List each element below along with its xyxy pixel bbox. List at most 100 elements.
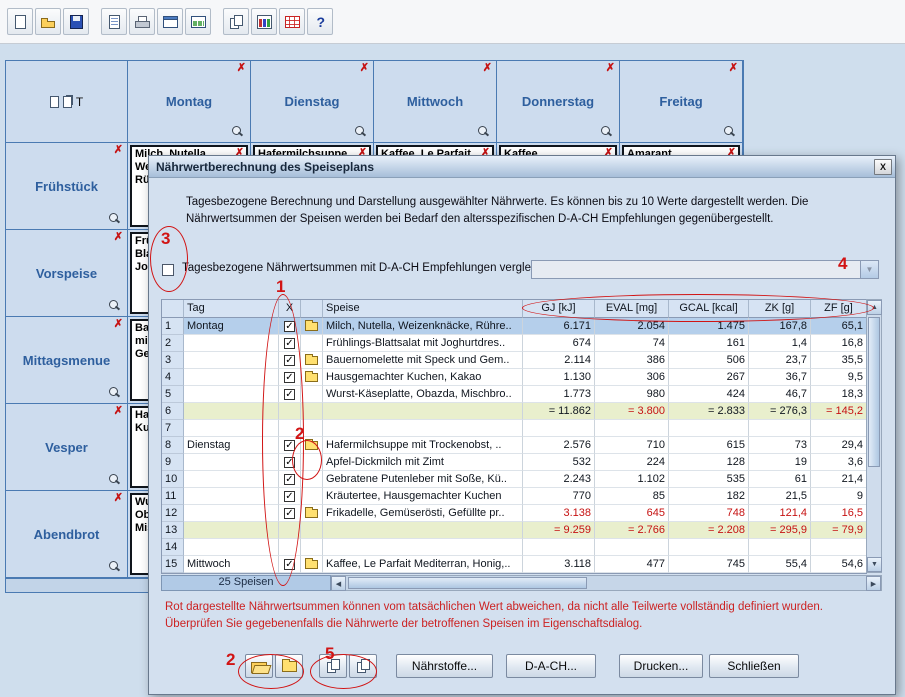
cell-folder[interactable] bbox=[301, 539, 323, 556]
cell-value[interactable]: 3.118 bbox=[523, 556, 595, 573]
cell-value[interactable]: 61 bbox=[749, 471, 811, 488]
cell-folder[interactable] bbox=[301, 488, 323, 505]
cell-speise[interactable]: Hafermilchsuppe mit Trockenobst, .. bbox=[323, 437, 523, 454]
column-header[interactable]: GCAL [kcal] bbox=[669, 300, 749, 318]
cell-selected[interactable]: ✓ bbox=[279, 437, 301, 454]
meal-header-cell[interactable]: ✗Abendbrot bbox=[6, 491, 128, 578]
cell-value[interactable]: 674 bbox=[523, 335, 595, 352]
cell-folder[interactable] bbox=[301, 437, 323, 454]
copy-button[interactable] bbox=[319, 654, 347, 678]
cell-value[interactable]: = 79,9 bbox=[811, 522, 867, 539]
month-view-button[interactable] bbox=[185, 8, 211, 35]
vertical-scrollbar[interactable]: ▲ ▼ bbox=[866, 299, 882, 573]
cell-selected[interactable]: ✓ bbox=[279, 471, 301, 488]
checkbox-checked-icon[interactable]: ✓ bbox=[284, 457, 295, 468]
magnifier-icon[interactable] bbox=[108, 212, 120, 224]
cell-value[interactable]: 121,4 bbox=[749, 505, 811, 522]
cell-value[interactable]: 1.130 bbox=[523, 369, 595, 386]
cell-speise[interactable]: Frikadelle, Gemüserösti, Gefüllte pr.. bbox=[323, 505, 523, 522]
cell-value[interactable] bbox=[523, 539, 595, 556]
cell-value[interactable]: 748 bbox=[669, 505, 749, 522]
folder-icon[interactable] bbox=[305, 322, 318, 331]
cell-value[interactable]: 16,5 bbox=[811, 505, 867, 522]
cell-folder[interactable] bbox=[301, 352, 323, 369]
help-button[interactable] bbox=[307, 8, 333, 35]
column-header[interactable]: EVAL [mg] bbox=[595, 300, 669, 318]
cell-value[interactable] bbox=[811, 420, 867, 437]
cell-value[interactable]: = 2.833 bbox=[669, 403, 749, 420]
cell-value[interactable]: 1.475 bbox=[669, 318, 749, 335]
cell-folder[interactable] bbox=[301, 420, 323, 437]
cell-value[interactable]: 128 bbox=[669, 454, 749, 471]
cell-folder[interactable] bbox=[301, 454, 323, 471]
magnifier-icon[interactable] bbox=[108, 386, 120, 398]
cell-value[interactable]: 306 bbox=[595, 369, 669, 386]
remove-icon[interactable]: ✗ bbox=[729, 63, 738, 74]
cell-tag[interactable]: Mittwoch bbox=[184, 556, 279, 573]
cell-selected[interactable]: ✓ bbox=[279, 352, 301, 369]
cell-value[interactable]: = 11.862 bbox=[523, 403, 595, 420]
cell-value[interactable]: 65,1 bbox=[811, 318, 867, 335]
cell-value[interactable]: 161 bbox=[669, 335, 749, 352]
cell-value[interactable] bbox=[595, 420, 669, 437]
remove-icon[interactable]: ✗ bbox=[114, 406, 123, 417]
folder-icon[interactable] bbox=[305, 509, 318, 518]
cell-speise[interactable] bbox=[323, 522, 523, 539]
window-view-button[interactable] bbox=[157, 8, 183, 35]
magnifier-icon[interactable] bbox=[354, 125, 366, 137]
cell-value[interactable]: 46,7 bbox=[749, 386, 811, 403]
cell-value[interactable]: 73 bbox=[749, 437, 811, 454]
cell-speise[interactable]: Frühlings-Blattsalat mit Joghurtdres.. bbox=[323, 335, 523, 352]
cell-value[interactable] bbox=[811, 539, 867, 556]
cell-selected[interactable]: ✓ bbox=[279, 505, 301, 522]
cell-speise[interactable] bbox=[323, 420, 523, 437]
magnifier-icon[interactable] bbox=[108, 473, 120, 485]
print-button[interactable] bbox=[129, 8, 155, 35]
cell-speise[interactable]: Hausgemachter Kuchen, Kakao bbox=[323, 369, 523, 386]
checkbox-checked-icon[interactable]: ✓ bbox=[284, 559, 295, 570]
cell-tag[interactable] bbox=[184, 352, 279, 369]
magnifier-icon[interactable] bbox=[477, 125, 489, 137]
scroll-down-button[interactable]: ▼ bbox=[867, 557, 882, 572]
cell-selected[interactable]: ✓ bbox=[279, 369, 301, 386]
cell-speise[interactable] bbox=[323, 539, 523, 556]
checkbox-checked-icon[interactable]: ✓ bbox=[284, 338, 295, 349]
cell-value[interactable]: 54,6 bbox=[811, 556, 867, 573]
page-preview-button[interactable] bbox=[101, 8, 127, 35]
cell-value[interactable]: = 276,3 bbox=[749, 403, 811, 420]
cell-speise[interactable]: Kräutertee, Hausgemachter Kuchen bbox=[323, 488, 523, 505]
nutrients-button[interactable]: Nährstoffe... bbox=[396, 654, 493, 678]
remove-icon[interactable]: ✗ bbox=[360, 63, 369, 74]
cell-value[interactable] bbox=[669, 539, 749, 556]
cell-tag[interactable] bbox=[184, 522, 279, 539]
magnifier-icon[interactable] bbox=[108, 560, 120, 572]
cell-folder[interactable] bbox=[301, 471, 323, 488]
cell-value[interactable]: 167,8 bbox=[749, 318, 811, 335]
remove-icon[interactable]: ✗ bbox=[114, 319, 123, 330]
cell-folder[interactable] bbox=[301, 335, 323, 352]
cell-value[interactable]: 85 bbox=[595, 488, 669, 505]
cell-value[interactable]: 3.138 bbox=[523, 505, 595, 522]
column-header[interactable]: Tag bbox=[184, 300, 279, 318]
cell-value[interactable]: 18,3 bbox=[811, 386, 867, 403]
dialog-titlebar[interactable]: Nährwertberechnung des Speiseplans X bbox=[149, 156, 895, 178]
remove-icon[interactable]: ✗ bbox=[114, 232, 123, 243]
checkbox-checked-icon[interactable]: ✓ bbox=[284, 389, 295, 400]
cell-value[interactable] bbox=[749, 539, 811, 556]
cell-value[interactable]: 21,4 bbox=[811, 471, 867, 488]
cell-selected[interactable] bbox=[279, 420, 301, 437]
column-header[interactable]: ZF [g] bbox=[811, 300, 867, 318]
close-dialog-button[interactable]: Schließen bbox=[709, 654, 799, 678]
remove-icon[interactable]: ✗ bbox=[483, 63, 492, 74]
cell-tag[interactable] bbox=[184, 471, 279, 488]
cell-value[interactable]: 2.114 bbox=[523, 352, 595, 369]
cell-value[interactable]: = 2.208 bbox=[669, 522, 749, 539]
cell-value[interactable]: 9 bbox=[811, 488, 867, 505]
cell-value[interactable]: 386 bbox=[595, 352, 669, 369]
folder-icon[interactable] bbox=[305, 373, 318, 382]
cell-tag[interactable] bbox=[184, 539, 279, 556]
dialog-close-button[interactable]: X bbox=[874, 159, 892, 175]
column-header[interactable]: Speise bbox=[323, 300, 523, 318]
cell-value[interactable]: 182 bbox=[669, 488, 749, 505]
checkbox-checked-icon[interactable]: ✓ bbox=[284, 321, 295, 332]
